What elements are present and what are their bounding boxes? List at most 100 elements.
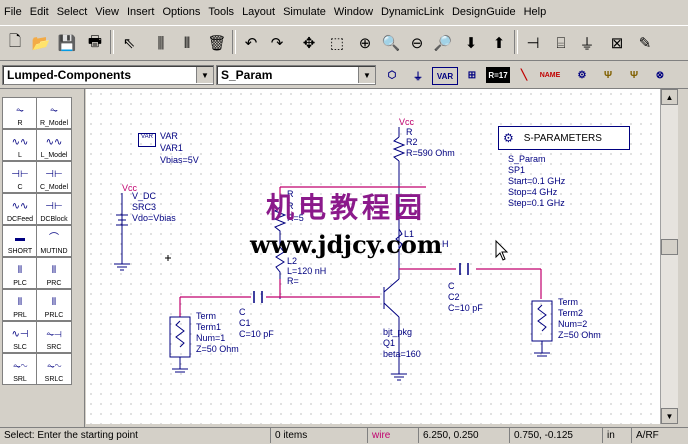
toolbar-separator [514,30,518,54]
select-pointer-icon[interactable]: ⇖ [116,29,142,57]
palette-item-slc[interactable]: ∿⊣ SLC [2,321,38,353]
zoom-out-icon[interactable]: ⊖ [404,29,430,57]
toolbar-separator [110,30,114,54]
c1-type-label: C [239,307,246,317]
palette-item-plc[interactable]: ⫴ PLC [2,257,38,289]
palette-item-c-model[interactable]: ⊣⊢ C_Model [36,161,72,193]
bjt-type-label: bjt_pkg [383,327,413,337]
r2-value-label: R=590 Ohm [406,148,455,158]
palette-item-prc[interactable]: ⫴ PRC [36,257,72,289]
palette-item-srl[interactable]: ⏦∿ SRL [2,353,38,385]
menu-view[interactable]: View [91,0,123,24]
palette-item-src[interactable]: ⏦⊣ SRC [36,321,72,353]
move-icon[interactable]: ✥ [296,29,322,57]
status-unit: in [603,428,632,443]
optimize-icon[interactable]: ⊗ [648,64,672,86]
distribute-icon[interactable]: ⫴ [174,29,200,57]
palette-item-prlc[interactable]: ⫴ PRLC [36,289,72,321]
undo-icon[interactable]: ↶ [238,29,264,57]
simulation-select[interactable]: S_Param ▼ [216,65,376,85]
c2-value-label: C=10 pF [448,303,483,313]
status-category: A/RF [636,430,659,441]
port-icon[interactable]: ⬡ [380,64,404,86]
menu-dynamiclink[interactable]: DynamicLink [377,0,448,24]
menu-tools[interactable]: Tools [204,0,238,24]
wire-label-icon[interactable]: ╲ [512,64,536,86]
library-select[interactable]: Lumped-Components ▼ [2,65,214,85]
chevron-down-icon[interactable]: ▼ [196,67,213,83]
deactivate-icon[interactable]: ⊠ [604,29,630,57]
menu-options[interactable]: Options [158,0,204,24]
scroll-up-icon[interactable]: ▲ [661,89,678,105]
zoom-area-icon[interactable]: ⬚ [324,29,350,57]
watermark-url: www.jdjcy.com [250,230,443,259]
term1-z-label: Z=50 Ohm [196,344,239,354]
inductor-icon: ∿∿ [11,137,29,148]
palette-item-r-model[interactable]: ⏦ R_Model [36,97,72,129]
palette-item-srlc[interactable]: ⏦∿ SRLC [36,353,72,385]
push-down-icon[interactable]: ⬇ [458,29,484,57]
simulate-gear-icon[interactable]: ⚙ [570,64,594,86]
menu-window[interactable]: Window [330,0,377,24]
tuning-fork-icon[interactable]: Ψ [622,64,646,86]
print-icon[interactable]: 🖶 [82,29,108,57]
vertical-scrollbar[interactable]: ▲ ▼ [660,89,678,424]
palette-item-mutind[interactable]: ⌒ MUTIND [36,225,72,257]
zoom-in-icon[interactable]: ⊕ [352,29,378,57]
equation-insert-button[interactable]: R=17 [486,67,510,83]
palette-item-dcblock[interactable]: ⊣⊢ DCBlock [36,193,72,225]
menu-designguide[interactable]: DesignGuide [448,0,520,24]
menu-layout[interactable]: Layout [238,0,279,24]
status-bar: Select: Enter the starting point 0 items… [0,427,688,444]
palette-item-l[interactable]: ∿∿ L [2,129,38,161]
library-select-value: Lumped-Components [7,68,131,82]
menu-insert[interactable]: Insert [123,0,159,24]
l1-value-label: H [442,239,449,249]
new-file-icon[interactable]: 🗋 [2,29,28,57]
scroll-down-icon[interactable]: ▼ [661,408,678,424]
r2-type-label: R [406,127,413,137]
palette-item-c[interactable]: ⊣⊢ C [2,161,38,193]
wire-icon[interactable]: ⊣ [520,29,546,57]
var-insert-button[interactable]: VAR [432,67,458,85]
name-insert-button[interactable]: NAME [538,64,562,86]
mutual-inductor-icon: ⌒ [49,233,59,244]
menu-help[interactable]: Help [520,0,551,24]
delete-icon[interactable]: 🗑 [204,29,230,57]
parameter-icon[interactable]: ⊞ [460,64,484,86]
sparam-block[interactable]: ⚙ S-PARAMETERS [498,126,630,150]
var-block-icon[interactable]: VAR [138,133,156,147]
c1-value-label: C=10 pF [239,329,274,339]
palette-item-l-model[interactable]: ∿∿ L_Model [36,129,72,161]
align-icon[interactable]: ⫼ [148,29,174,57]
sparam-start-label: Start=0.1 GHz [508,176,566,186]
chevron-down-icon[interactable]: ▼ [358,67,375,83]
redo-icon[interactable]: ↷ [264,29,290,57]
c2-type-label: C [448,281,455,291]
r2-instance-label: R2 [406,137,418,147]
save-icon[interactable]: 💾 [54,29,80,57]
sparam-gear-icon: ⚙ [503,131,514,145]
palette-item-dcfeed[interactable]: ∿∿ DCFeed [2,193,38,225]
scroll-thumb[interactable] [661,239,678,255]
capacitor-icon: ⊣⊢ [11,169,29,180]
palette-item-short[interactable]: ▬ SHORT [2,225,38,257]
ground-icon[interactable]: ⏚ [574,29,600,57]
term1-type-label: Term [196,311,216,321]
zoom-in-plus-icon[interactable]: 🔍 [378,29,404,57]
palette-item-prl[interactable]: ⫴ PRL [2,289,38,321]
tune-wand-icon[interactable]: ✎ [632,29,658,57]
menu-edit[interactable]: Edit [26,0,53,24]
ground-insert-icon[interactable]: ⏚ [406,64,430,86]
component-icon[interactable]: ⌸ [548,29,574,57]
short-icon: ▬ [15,233,25,244]
open-folder-icon[interactable]: 📂 [28,29,54,57]
pop-up-icon[interactable]: ⬆ [486,29,512,57]
src-type-label: V_DC [132,191,157,201]
zoom-out-minus-icon[interactable]: 🔎 [430,29,456,57]
palette-item-r[interactable]: ⏦ R [2,97,38,129]
menu-select[interactable]: Select [53,0,92,24]
tune-icon[interactable]: Ψ [596,64,620,86]
menu-file[interactable]: File [0,0,26,24]
menu-simulate[interactable]: Simulate [279,0,330,24]
